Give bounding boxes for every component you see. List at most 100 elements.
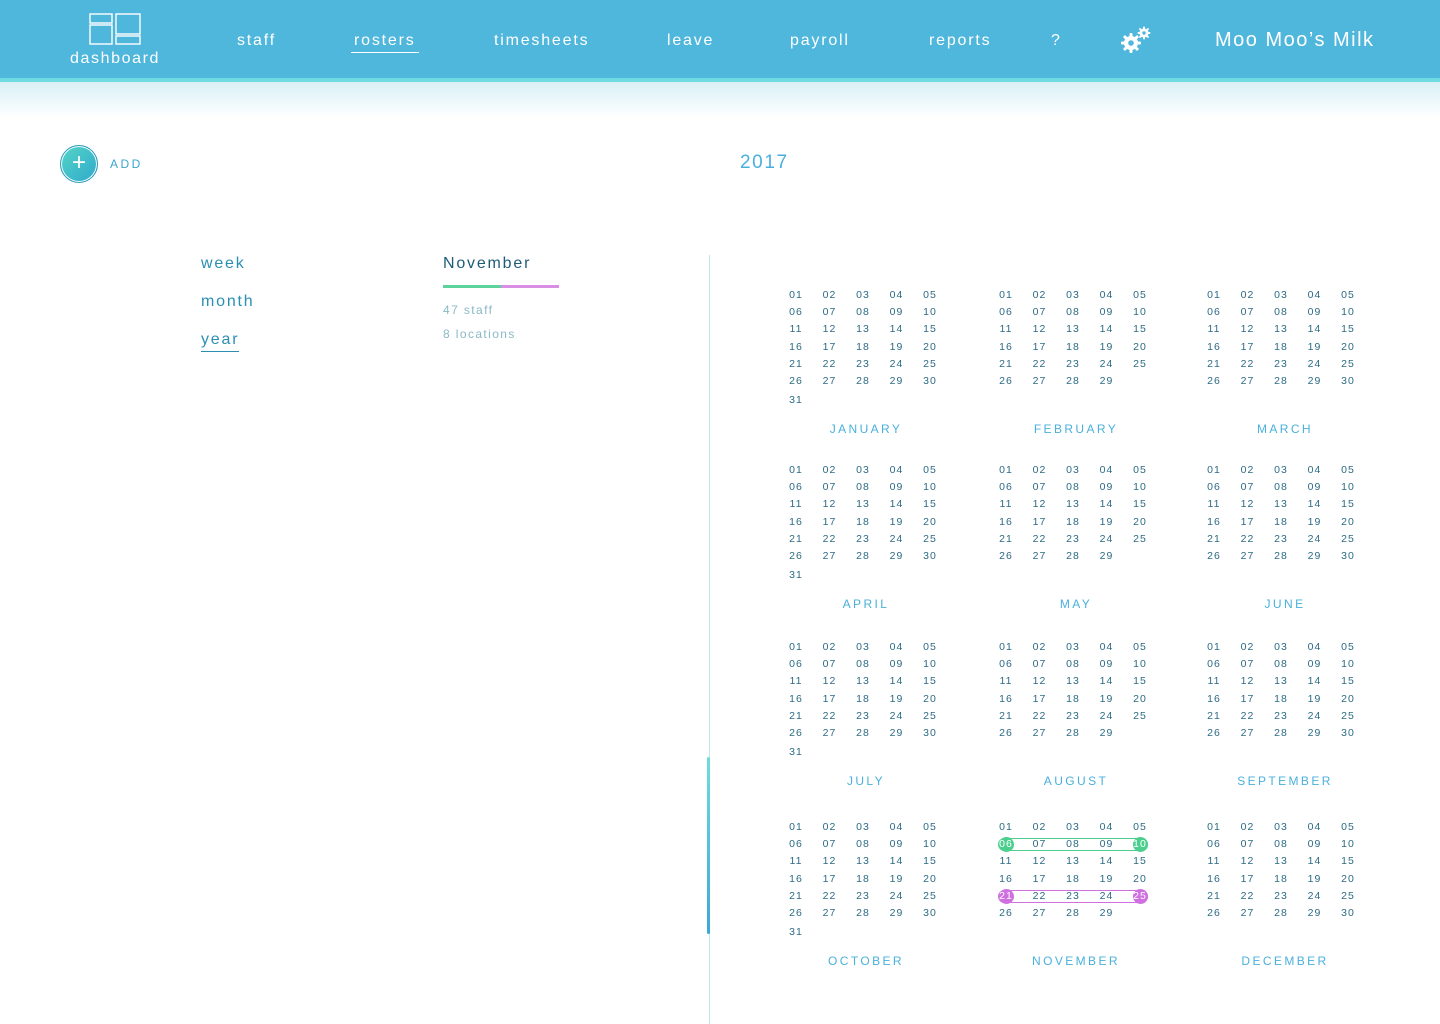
calendar-day[interactable]: 10 [1336,481,1360,493]
calendar-day[interactable]: 27 [1236,375,1260,387]
calendar-day[interactable]: 07 [818,838,842,850]
calendar-day[interactable]: 01 [1202,289,1226,301]
calendar-day[interactable]: 06 [994,658,1018,670]
calendar-day[interactable]: 25 [918,710,942,722]
calendar-day[interactable]: 28 [1061,727,1085,739]
calendar-day[interactable]: 21 [1202,710,1226,722]
calendar-day[interactable]: 01 [784,641,808,653]
calendar-day[interactable]: 29 [1095,727,1119,739]
calendar-day[interactable]: 08 [851,838,875,850]
calendar-day[interactable]: 25 [918,890,942,902]
calendar-day[interactable]: 04 [1303,464,1327,476]
calendar-day[interactable]: 13 [1061,855,1085,867]
calendar-day[interactable]: 09 [885,306,909,318]
calendar-day[interactable]: 11 [994,323,1018,335]
calendar-day[interactable]: 11 [994,498,1018,510]
calendar-day[interactable]: 20 [1336,693,1360,705]
calendar-day[interactable]: 07 [1028,838,1052,850]
calendar-day[interactable]: 01 [994,641,1018,653]
calendar-day[interactable]: 13 [1269,855,1293,867]
calendar-day[interactable]: 29 [885,727,909,739]
calendar-day[interactable]: 11 [1202,675,1226,687]
calendar-day[interactable]: 03 [851,641,875,653]
nav-reports[interactable]: reports [929,31,991,51]
calendar-day[interactable]: 13 [851,855,875,867]
calendar-day[interactable]: 22 [1028,533,1052,545]
calendar-day[interactable]: 05 [1336,464,1360,476]
calendar-day[interactable]: 22 [818,358,842,370]
calendar-day[interactable]: 25 [1128,533,1152,545]
calendar-day[interactable]: 21 [784,890,808,902]
calendar-day[interactable]: 29 [1303,907,1327,919]
calendar-day[interactable]: 09 [1095,306,1119,318]
calendar-day[interactable]: 17 [1028,516,1052,528]
calendar-day[interactable]: 01 [994,289,1018,301]
calendar-day[interactable]: 06 [784,658,808,670]
calendar-day[interactable]: 30 [1336,375,1360,387]
calendar-day[interactable]: 19 [885,873,909,885]
calendar-day[interactable]: 22 [818,710,842,722]
calendar-day[interactable]: 26 [1202,550,1226,562]
calendar-day[interactable]: 01 [1202,464,1226,476]
calendar-day[interactable]: 30 [918,727,942,739]
calendar-day[interactable]: 29 [885,375,909,387]
calendar-day[interactable]: 25 [1336,533,1360,545]
calendar-day[interactable]: 08 [851,658,875,670]
calendar-day[interactable]: 22 [818,890,842,902]
calendar-day[interactable]: 05 [1336,821,1360,833]
calendar-day[interactable]: 11 [1202,323,1226,335]
calendar-day[interactable]: 17 [818,516,842,528]
calendar-day[interactable]: 23 [851,710,875,722]
calendar-day[interactable]: 26 [1202,375,1226,387]
calendar-day[interactable]: 04 [1095,289,1119,301]
calendar-day[interactable]: 16 [994,873,1018,885]
calendar-day[interactable]: 11 [1202,498,1226,510]
calendar-day[interactable]: 12 [818,323,842,335]
calendar-day[interactable]: 21 [1202,533,1226,545]
calendar-day[interactable]: 26 [784,907,808,919]
calendar-day[interactable]: 14 [885,323,909,335]
calendar-day[interactable]: 13 [1269,675,1293,687]
calendar-day[interactable]: 19 [1095,693,1119,705]
calendar-day[interactable]: 23 [1269,890,1293,902]
calendar-day[interactable]: 07 [818,481,842,493]
calendar-day[interactable]: 18 [851,693,875,705]
calendar-day[interactable]: 03 [851,289,875,301]
calendar-day[interactable]: 09 [1095,481,1119,493]
calendar-day[interactable]: 15 [918,498,942,510]
calendar-day[interactable]: 06 [784,838,808,850]
calendar-day[interactable]: 18 [1061,341,1085,353]
calendar-day[interactable]: 17 [1236,341,1260,353]
calendar-day[interactable]: 22 [1236,358,1260,370]
calendar-day[interactable]: 23 [1061,358,1085,370]
calendar-day[interactable]: 21 [994,358,1018,370]
calendar-day[interactable]: 29 [885,907,909,919]
calendar-day[interactable]: 30 [918,550,942,562]
calendar-day[interactable]: 12 [1028,498,1052,510]
calendar-day[interactable]: 12 [1028,675,1052,687]
calendar-day[interactable]: 16 [784,693,808,705]
calendar-day[interactable]: 06 [994,306,1018,318]
calendar-day[interactable]: 10 [918,306,942,318]
calendar-day[interactable]: 09 [1303,306,1327,318]
calendar-day[interactable]: 16 [994,693,1018,705]
calendar-day[interactable]: 28 [1061,907,1085,919]
calendar-day[interactable]: 03 [1061,289,1085,301]
calendar-day[interactable]: 21 [994,533,1018,545]
calendar-day[interactable]: 25 [1128,710,1152,722]
calendar-day[interactable]: 05 [1128,289,1152,301]
calendar-day[interactable]: 23 [851,358,875,370]
calendar-day[interactable]: 24 [1095,358,1119,370]
month-name[interactable]: JUNE [1200,597,1370,611]
calendar-day[interactable]: 28 [851,907,875,919]
calendar-day[interactable]: 02 [1236,821,1260,833]
view-year[interactable]: year [201,331,240,352]
calendar-day[interactable]: 14 [1303,675,1327,687]
calendar-day[interactable]: 10 [1336,838,1360,850]
month-name[interactable]: DECEMBER [1200,954,1370,968]
calendar-day[interactable]: 01 [994,821,1018,833]
calendar-day[interactable]: 05 [918,289,942,301]
calendar-day[interactable]: 26 [994,907,1018,919]
calendar-day[interactable]: 18 [1269,693,1293,705]
month-name[interactable]: APRIL [781,597,951,611]
